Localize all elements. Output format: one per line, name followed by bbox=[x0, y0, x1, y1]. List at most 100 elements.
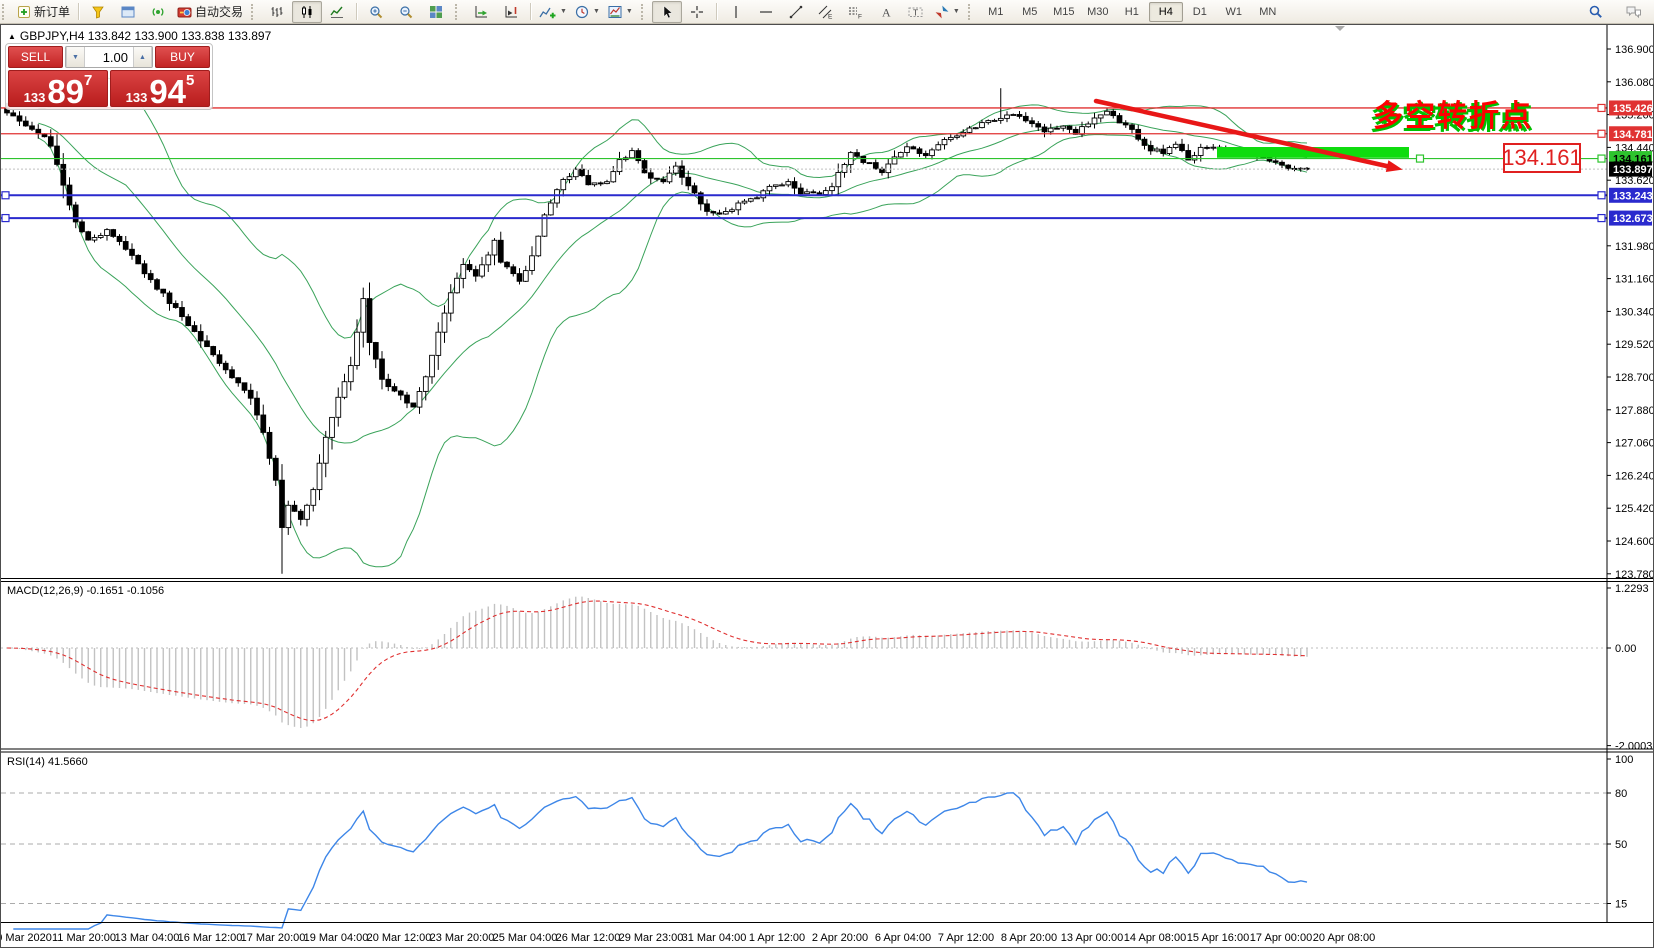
line-start-handle[interactable] bbox=[2, 215, 9, 222]
timeframe-button-M5[interactable]: M5 bbox=[1013, 2, 1047, 22]
symbol-ohlc-text: GBPJPY,H4 133.842 133.900 133.838 133.89… bbox=[20, 29, 271, 43]
price-chart-canvas[interactable]: 136.900136.080135.260134.440133.620131.9… bbox=[1, 25, 1653, 947]
auto-scroll-button[interactable] bbox=[466, 1, 496, 23]
line-chart-icon bbox=[330, 5, 344, 19]
zoom-in-button[interactable] bbox=[361, 1, 391, 23]
bollinger-middle-band[interactable] bbox=[38, 122, 1307, 443]
toolbar-separator bbox=[530, 3, 531, 20]
candles-button[interactable] bbox=[292, 1, 322, 23]
chart-window[interactable]: 136.900136.080135.260134.440133.620131.9… bbox=[0, 24, 1654, 948]
rsi-tick-label: 100 bbox=[1615, 754, 1633, 766]
chart-shift-icon bbox=[504, 5, 518, 19]
toolbar-group: M1 M5 M15M30 H1 H4D1 W1 MN bbox=[977, 0, 1287, 23]
timeframe-button-MN[interactable]: MN bbox=[1251, 2, 1285, 22]
line-end-handle[interactable] bbox=[1598, 215, 1605, 222]
rsi-tick-label: 15 bbox=[1615, 899, 1627, 911]
collapse-triangle-icon[interactable]: ▲ bbox=[8, 32, 16, 41]
date-label: 26 Mar 12:00 bbox=[556, 932, 621, 944]
volume-increase-button[interactable]: ▲ bbox=[133, 47, 152, 67]
price-tick-label: 124.600 bbox=[1615, 536, 1653, 548]
shapes-button[interactable]: ▼ bbox=[931, 1, 964, 23]
timeframe-button-M15[interactable]: M15 bbox=[1047, 2, 1081, 22]
price-tag-label-133.243: 133.243 bbox=[1613, 190, 1653, 202]
fibonacci-button[interactable]: F bbox=[841, 1, 871, 23]
timeframe-label-M5: M5 bbox=[1022, 6, 1037, 18]
timeframe-button-W1[interactable]: W1 bbox=[1217, 2, 1251, 22]
chart-shift-button[interactable] bbox=[496, 1, 526, 23]
date-label: 6 Apr 04:00 bbox=[875, 932, 931, 944]
signals-button[interactable] bbox=[143, 1, 173, 23]
bollinger-lower-band[interactable] bbox=[38, 135, 1307, 567]
zoom-out-icon bbox=[399, 5, 413, 19]
timeframe-button-D1[interactable]: D1 bbox=[1183, 2, 1217, 22]
line-start-handle[interactable] bbox=[2, 192, 9, 199]
line-end-handle[interactable] bbox=[1598, 130, 1605, 137]
timeframe-button-M30[interactable]: M30 bbox=[1081, 2, 1115, 22]
ohlc-bars-button[interactable] bbox=[262, 1, 292, 23]
date-label: 14 Apr 08:00 bbox=[1124, 932, 1186, 944]
crosshair-button[interactable] bbox=[682, 1, 712, 23]
search-button[interactable] bbox=[1580, 1, 1610, 23]
new-order-button[interactable]: 新订单 bbox=[13, 1, 74, 23]
hline-button[interactable] bbox=[751, 1, 781, 23]
rsi-tick-label: 80 bbox=[1615, 788, 1627, 800]
timeframe-button-M1[interactable]: M1 bbox=[979, 2, 1013, 22]
sell-price-big: 89 bbox=[47, 78, 84, 105]
line-end-handle[interactable] bbox=[1598, 104, 1605, 111]
toolbar-button-label: 新订单 bbox=[34, 3, 70, 20]
price-tick-label: 136.080 bbox=[1615, 77, 1653, 89]
window-splitter-marker[interactable] bbox=[1335, 26, 1345, 31]
turning-point-annotation[interactable]: 多空转折点 bbox=[1373, 91, 1533, 135]
timeframe-button-H1[interactable]: H1 bbox=[1115, 2, 1149, 22]
zoom-out-button[interactable] bbox=[391, 1, 421, 23]
rsi-indicator-label: RSI(14) 41.5660 bbox=[7, 756, 88, 768]
timeframe-label-W1: W1 bbox=[1226, 6, 1243, 18]
toolbar-grip-handle[interactable] bbox=[641, 4, 646, 20]
price-tag-label-135.426: 135.426 bbox=[1613, 103, 1653, 115]
toolbar-group bbox=[650, 0, 714, 23]
terminal-button[interactable] bbox=[113, 1, 143, 23]
templates-button[interactable]: ▼ bbox=[604, 1, 637, 23]
sell-price-button[interactable]: 133 89 7 bbox=[8, 70, 108, 107]
add-indicator-icon bbox=[539, 5, 556, 19]
sell-button[interactable]: SELL bbox=[8, 46, 63, 68]
toolbar-grip-handle[interactable] bbox=[455, 4, 460, 20]
chat-button[interactable] bbox=[1618, 1, 1648, 23]
timeframe-label-M1: M1 bbox=[988, 6, 1003, 18]
timeframe-label-H1: H1 bbox=[1125, 6, 1139, 18]
channel-button[interactable]: E bbox=[811, 1, 841, 23]
bollinger-upper-band[interactable] bbox=[38, 74, 1307, 338]
timeframe-label-MN: MN bbox=[1259, 6, 1276, 18]
line-end-handle[interactable] bbox=[1598, 192, 1605, 199]
toolbar-grip-handle[interactable] bbox=[968, 4, 973, 20]
label-button[interactable]: T bbox=[901, 1, 931, 23]
symbol-info-bar[interactable]: ▲ GBPJPY,H4 133.842 133.900 133.838 133.8… bbox=[8, 29, 271, 43]
line-midpoint-handle[interactable] bbox=[1417, 155, 1424, 162]
price-callout-box[interactable]: 134.161 bbox=[1503, 143, 1581, 173]
date-label: 17 Apr 00:00 bbox=[1250, 932, 1312, 944]
hline-icon bbox=[759, 5, 773, 19]
volume-decrease-button[interactable]: ▼ bbox=[66, 47, 85, 67]
autotrade-button[interactable]: 自动交易 bbox=[173, 1, 247, 23]
trendline-button[interactable] bbox=[781, 1, 811, 23]
candlesticks[interactable] bbox=[5, 88, 1310, 574]
vline-button[interactable] bbox=[721, 1, 751, 23]
text-button[interactable]: A bbox=[871, 1, 901, 23]
toolbar-grip-handle[interactable] bbox=[251, 4, 256, 20]
tile-windows-button[interactable] bbox=[421, 1, 451, 23]
main-toolbar: 新订单自动交易▼▼▼EFAT▼M1M5M15M30H1H4D1W1MN bbox=[0, 0, 1654, 24]
toolbar-grip-handle[interactable] bbox=[2, 4, 7, 20]
volume-value[interactable]: 1.00 bbox=[85, 47, 133, 67]
date-label: 23 Mar 20:00 bbox=[430, 932, 495, 944]
line-end-handle[interactable] bbox=[1598, 155, 1605, 162]
metaquotes-button[interactable] bbox=[83, 1, 113, 23]
add-indicator-button[interactable]: ▼ bbox=[535, 1, 571, 23]
buy-price-button[interactable]: 133 94 5 bbox=[110, 70, 210, 107]
date-label: 29 Mar 23:00 bbox=[619, 932, 684, 944]
timeframe-button-H4[interactable]: H4 bbox=[1149, 2, 1183, 22]
line-chart-button[interactable] bbox=[322, 1, 352, 23]
periods-button[interactable]: ▼ bbox=[571, 1, 604, 23]
buy-button[interactable]: BUY bbox=[155, 46, 210, 68]
one-click-trade-panel: SELL ▼ 1.00 ▲ BUY 133 89 7 133 94 5 bbox=[5, 43, 213, 110]
cursor-button[interactable] bbox=[652, 1, 682, 23]
